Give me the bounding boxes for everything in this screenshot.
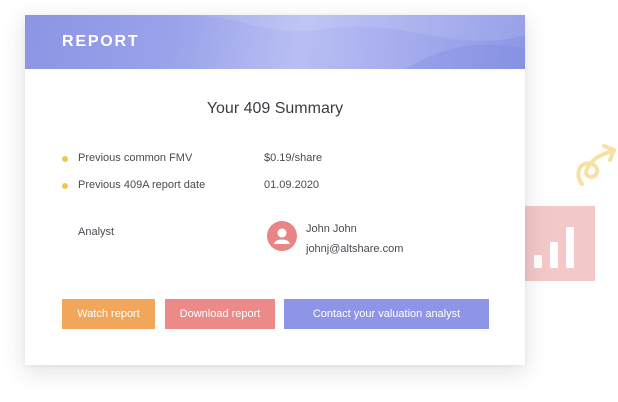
detail-row-report-date: Previous 409A report date 01.09.2020: [62, 178, 482, 198]
dot-bullet-icon: [62, 183, 68, 189]
analyst-email[interactable]: johnj@altshare.com: [306, 243, 403, 255]
summary-title: Your 409 Summary: [206, 100, 344, 117]
analyst-label: Analyst: [78, 226, 115, 238]
dot-bullet-icon: [62, 156, 68, 162]
user-avatar-icon: [267, 221, 297, 251]
bar-chart-icon: [520, 206, 595, 281]
report-header: REPORT: [25, 15, 525, 69]
detail-value: $0.19/share: [264, 152, 323, 164]
squiggle-arrow-icon: [570, 140, 618, 192]
report-header-title: REPORT: [62, 33, 140, 50]
watch-report-button[interactable]: Watch report: [62, 299, 155, 329]
download-report-button[interactable]: Download report: [165, 299, 275, 329]
detail-row-fmv: Previous common FMV $0.19/share: [62, 151, 482, 171]
chart-bar-tall: [566, 227, 574, 268]
detail-label: Previous 409A report date: [78, 179, 206, 191]
contact-analyst-button[interactable]: Contact your valuation analyst: [284, 299, 489, 329]
chart-bar-small: [534, 255, 542, 268]
detail-label: Previous common FMV: [78, 152, 193, 164]
chart-bar-medium: [550, 242, 558, 268]
detail-value: 01.09.2020: [264, 179, 320, 191]
report-card: REPORT Your 409 Summary Previous common …: [25, 15, 525, 365]
analyst-name: John John: [306, 223, 357, 235]
